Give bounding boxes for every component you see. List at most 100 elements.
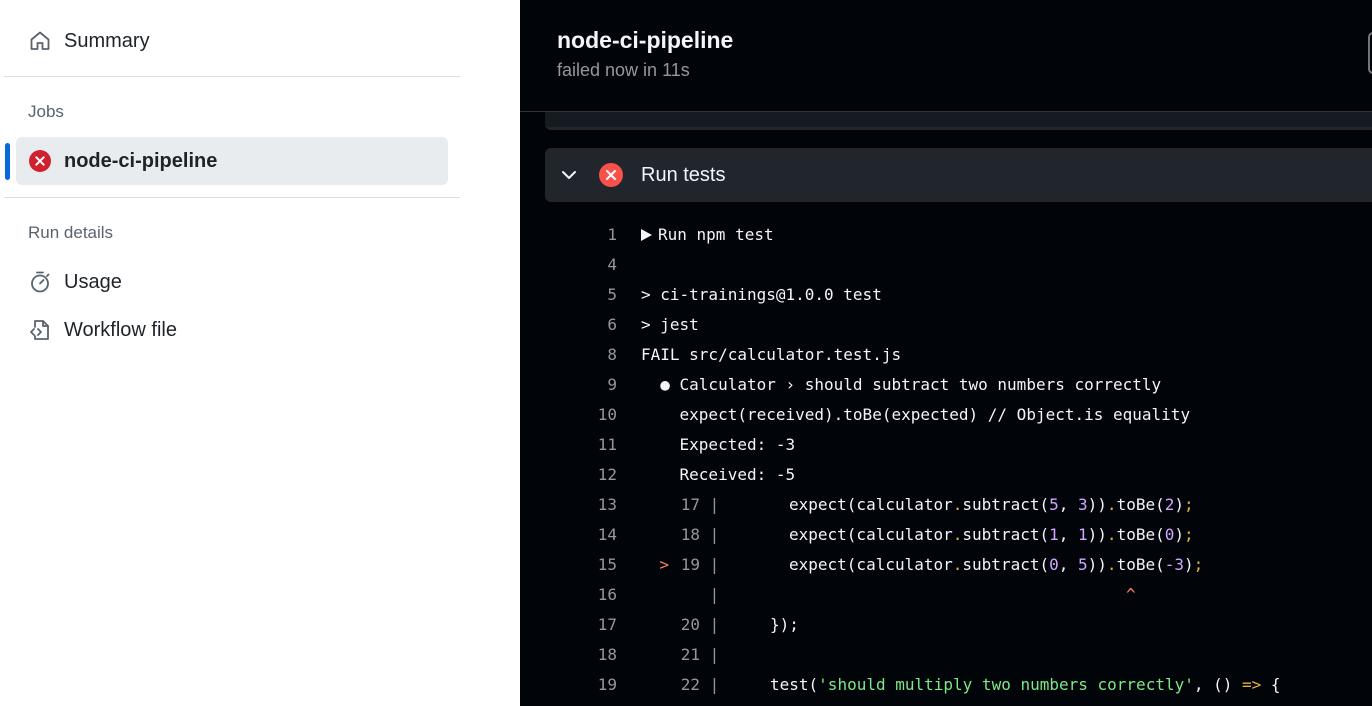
- gutter-pipe: |: [700, 555, 720, 574]
- job-header: node-ci-pipeline failed now in 11s: [520, 0, 1372, 112]
- log-line-number[interactable]: 9: [560, 370, 617, 400]
- log-line-number[interactable]: 12: [560, 460, 617, 490]
- error-marker: [641, 490, 669, 520]
- header-action-button[interactable]: [1368, 32, 1372, 74]
- sidebar-item-usage[interactable]: Usage: [16, 258, 448, 306]
- log-line: 5 > ci-trainings@1.0.0 test: [520, 280, 1372, 310]
- log-line: 14 18 | expect(calculator.subtract(1, 1))…: [520, 520, 1372, 550]
- code-token: {: [1261, 675, 1281, 694]
- triangle-right-icon[interactable]: [641, 229, 652, 241]
- log-line-number[interactable]: 1: [560, 220, 617, 250]
- log-line: 8 FAIL src/calculator.test.js: [520, 340, 1372, 370]
- log-line-number[interactable]: 18: [560, 640, 617, 670]
- error-caret: ^: [1126, 585, 1136, 604]
- source-line-number: 22: [680, 675, 700, 694]
- log-line: 16 | ^: [520, 580, 1372, 610]
- log-line-text: expect(received).toBe(expected) // Objec…: [641, 405, 1191, 424]
- log-line-number[interactable]: 8: [560, 340, 617, 370]
- log-line: 19 22 | test('should multiply two numbers…: [520, 670, 1372, 700]
- source-line-number: 19: [680, 555, 700, 574]
- code-token: 2: [1164, 495, 1175, 514]
- log-line: 10 expect(received).toBe(expected) // Ob…: [520, 400, 1372, 430]
- source-line-number: 21: [680, 645, 700, 664]
- log-line-number[interactable]: 15: [560, 550, 617, 580]
- code-token: expect(calculator: [789, 495, 953, 514]
- chevron-down-icon[interactable]: [559, 165, 579, 185]
- source-line-number: 20: [680, 615, 700, 634]
- code-token: , (): [1193, 675, 1243, 694]
- source-line-number: 18: [680, 525, 700, 544]
- code-token: test(: [770, 675, 819, 694]
- log-line-number[interactable]: 11: [560, 430, 617, 460]
- code-token: .: [952, 525, 963, 544]
- code-token: ,: [1058, 555, 1079, 574]
- code-token: .: [1106, 495, 1117, 514]
- gutter-pipe: |: [700, 675, 720, 694]
- gutter-pipe: |: [700, 615, 720, 634]
- sidebar-item-workflow-file[interactable]: Workflow file: [16, 306, 448, 354]
- log-line-number[interactable]: 5: [560, 280, 617, 310]
- log-line: 17 20 |});: [520, 610, 1372, 640]
- code-token: 5: [1078, 555, 1088, 574]
- log-line-text: Received: -5: [641, 465, 796, 484]
- code-token: )): [1087, 495, 1107, 514]
- log-line-number[interactable]: 14: [560, 520, 617, 550]
- code-token: ;: [1184, 525, 1194, 544]
- log-line-text: FAIL src/calculator.test.js: [641, 345, 902, 364]
- log-line-number[interactable]: 17: [560, 610, 617, 640]
- stopwatch-icon: [28, 270, 52, 294]
- gutter-pipe: |: [700, 645, 720, 664]
- divider: [4, 76, 460, 77]
- code-token: 5: [1049, 495, 1059, 514]
- code-token: ,: [1058, 495, 1079, 514]
- run-details-heading: Run details: [28, 223, 114, 242]
- code-token: .: [1106, 555, 1117, 574]
- error-marker: [641, 520, 669, 550]
- home-icon: [28, 29, 52, 53]
- log-line: 15 >19 | expect(calculator.subtract(0, 5))…: [520, 550, 1372, 580]
- sidebar-item-job[interactable]: node-ci-pipeline: [16, 137, 448, 185]
- step-run-tests[interactable]: Run tests: [545, 148, 1372, 202]
- code-token: 1: [1049, 525, 1059, 544]
- x-circle-fill-icon: [599, 163, 623, 187]
- error-marker: [641, 610, 669, 640]
- log-line-number[interactable]: 19: [560, 670, 617, 700]
- divider: [4, 197, 460, 198]
- source-line-number: [669, 580, 700, 610]
- log-line-number[interactable]: 6: [560, 310, 617, 340]
- code-token: subtract(: [962, 555, 1050, 574]
- code-token: 3: [1078, 495, 1088, 514]
- log-line: 11 Expected: -3: [520, 430, 1372, 460]
- error-marker: >: [659, 555, 669, 574]
- error-marker: [641, 580, 669, 610]
- log-line: 12 Received: -5: [520, 460, 1372, 490]
- log-line-text: Expected: -3: [641, 435, 796, 454]
- code-token: toBe(: [1116, 525, 1165, 544]
- code-token: subtract(: [962, 495, 1050, 514]
- error-marker: [641, 670, 669, 700]
- code-token: )): [1087, 525, 1107, 544]
- code-token: ): [1184, 555, 1194, 574]
- gutter-pipe: |: [700, 525, 720, 544]
- log-line: 1 Run npm test: [520, 220, 1372, 250]
- jobs-heading: Jobs: [28, 102, 64, 121]
- log-line-text: Run npm test: [641, 220, 774, 250]
- sidebar: Summary Jobs node-ci-pipeline Run detail…: [0, 0, 520, 706]
- code-token: 'should multiply two numbers correctly': [818, 675, 1194, 694]
- log-line: 4: [520, 250, 1372, 280]
- gutter-pipe: |: [700, 585, 720, 604]
- code-token: ): [1174, 495, 1185, 514]
- code-token: subtract(: [962, 525, 1050, 544]
- code-token: =>: [1242, 675, 1262, 694]
- code-token: .: [952, 495, 963, 514]
- log-line: 13 17 | expect(calculator.subtract(5, 3))…: [520, 490, 1372, 520]
- x-circle-fill-icon: [28, 149, 52, 173]
- code-token: expect(calculator: [789, 555, 953, 574]
- log-output: 1 Run npm test 4 5 > ci-trainings@1.0.0 test…: [520, 220, 1372, 700]
- log-line-number[interactable]: 16: [560, 580, 617, 610]
- log-line-number[interactable]: 4: [560, 250, 617, 280]
- code-token: ;: [1184, 495, 1194, 514]
- log-line-number[interactable]: 13: [560, 490, 617, 520]
- sidebar-item-summary[interactable]: Summary: [16, 17, 448, 65]
- log-line-number[interactable]: 10: [560, 400, 617, 430]
